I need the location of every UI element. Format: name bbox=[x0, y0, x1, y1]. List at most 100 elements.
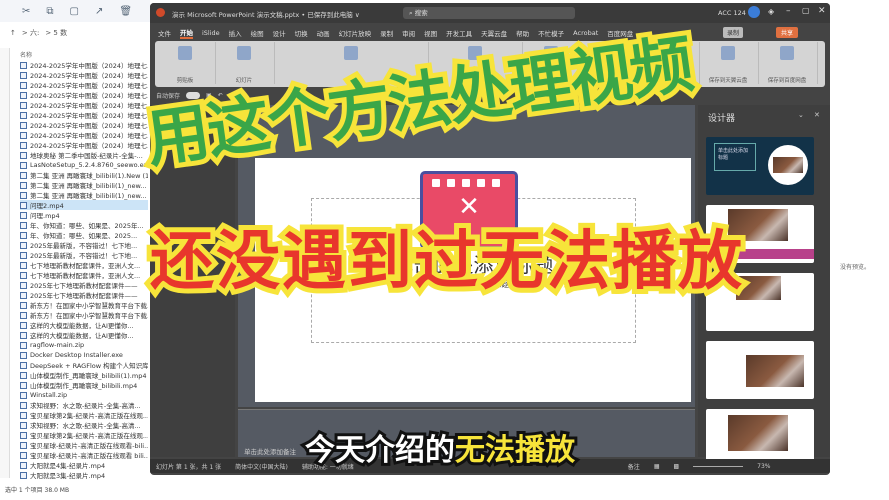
file-list-item[interactable]: 山体模型制作_再瞰寰球_bilibili.mp4 bbox=[20, 380, 148, 390]
file-list-item[interactable]: 2025年七下地理新教材配套课件—— bbox=[20, 280, 148, 290]
file-list-item[interactable]: 宝贝星球第2集-纪录片-高清正版在线观... bbox=[20, 430, 148, 440]
tab-6[interactable]: 切换 bbox=[295, 28, 308, 38]
paste-icon[interactable]: ▢ bbox=[70, 6, 79, 17]
delete-icon[interactable]: 🗑 bbox=[119, 6, 132, 17]
file-icon bbox=[20, 101, 27, 109]
file-name: 问理2.mp4 bbox=[30, 202, 64, 210]
file-list-item[interactable]: 求知视野：水之歌-纪录片-全集-高清... bbox=[20, 400, 148, 410]
up-arrow-icon[interactable]: ↑ bbox=[10, 29, 16, 37]
tab-11[interactable]: 视图 bbox=[424, 28, 437, 38]
file-list-item[interactable]: 宝贝星球第2集-纪录片-高清正版在线观... bbox=[20, 410, 148, 420]
language[interactable]: 简体中文(中国大陆) bbox=[235, 462, 288, 471]
file-list-item[interactable]: 七下地理新教材配套课件，亚洲人文... bbox=[20, 260, 148, 270]
file-list-item[interactable]: 大阳就是4集-纪录片.mp4 bbox=[20, 460, 148, 470]
slide-sorter-icon[interactable]: ▩ bbox=[673, 463, 679, 470]
tab-8[interactable]: 幻灯片放映 bbox=[339, 28, 372, 38]
ribbon-button-icon[interactable] bbox=[343, 46, 358, 60]
file-list-item[interactable]: 第二集 亚洲 再瞰寰球_bilibili(1)_new... bbox=[20, 180, 148, 190]
file-list-item[interactable]: 求知视野：水之歌-纪录片-全集-高清... bbox=[20, 420, 148, 430]
tab-5[interactable]: 设计 bbox=[273, 28, 286, 38]
file-list-item[interactable]: 2025年七下地理新教材配套课件—— bbox=[20, 290, 148, 300]
file-list-item[interactable]: 年、你知道：哪些、如果是、2025... bbox=[20, 230, 148, 240]
notes-button[interactable]: 备注 bbox=[628, 462, 640, 471]
powerpoint-logo-icon bbox=[156, 8, 165, 17]
minimize-button[interactable]: – bbox=[786, 6, 791, 16]
breadcrumb-item[interactable]: > 六: bbox=[22, 28, 39, 38]
file-list-item[interactable]: 七下地理新教材配套课件，亚洲人文... bbox=[20, 270, 148, 280]
file-list-item[interactable]: 2024-2025学年中图版（2024）地理七... bbox=[20, 120, 148, 130]
tab-1[interactable]: 开始 bbox=[180, 27, 193, 39]
file-list-item[interactable]: Docker Desktop Installer.exe bbox=[20, 350, 148, 360]
cut-icon[interactable]: ✂ bbox=[22, 6, 30, 17]
ribbon-button-icon[interactable] bbox=[237, 46, 251, 60]
file-name: 宝贝星球-纪录片-高清正版在线观看-bili... bbox=[30, 442, 148, 450]
tab-0[interactable]: 文件 bbox=[158, 28, 171, 38]
file-name: DeepSeek + RAGFlow 构建个人知识库... bbox=[30, 362, 148, 370]
file-list-item[interactable]: LasNoteSetup_5.2.4.8760_seewo.exe bbox=[20, 160, 148, 170]
file-list-item[interactable]: 这样的大模型能数据，让AI更懂你... bbox=[20, 330, 148, 340]
tab-10[interactable]: 审阅 bbox=[402, 28, 415, 38]
maximize-button[interactable]: ▢ bbox=[802, 6, 810, 15]
zoom-slider[interactable] bbox=[693, 465, 744, 467]
file-list-item[interactable]: 新东方！在国家中小学智慧教育平台下载... bbox=[20, 300, 148, 310]
address-bar[interactable]: ↑ > 六: > 5 数 bbox=[0, 26, 150, 40]
file-list-item[interactable]: 大阳就是3集-纪录片.mp4 bbox=[20, 470, 148, 480]
file-list-item[interactable]: Winstall.zip bbox=[20, 390, 148, 400]
ribbon-button-icon[interactable] bbox=[178, 46, 192, 60]
file-list-item[interactable]: 新东方！在国家中小学智慧教育平台下载... bbox=[20, 310, 148, 320]
file-list-item[interactable]: 第二集 亚洲 再瞰寰球_bilibili(1).New (1)... bbox=[20, 170, 148, 180]
file-list-item[interactable]: 2024-2025学年中图版（2024）地理七... bbox=[20, 60, 148, 70]
tab-2[interactable]: iSlide bbox=[202, 29, 220, 37]
file-list-item[interactable]: 地球奥秘 第二季中国版-纪录片-全集-... bbox=[20, 150, 148, 160]
file-list-item[interactable]: 2024-2025学年中图版（2024）地理七... bbox=[20, 90, 148, 100]
share-icon[interactable]: ↗ bbox=[95, 6, 103, 17]
ribbon-button-icon[interactable] bbox=[721, 46, 735, 60]
copy-icon[interactable]: ⧉ bbox=[46, 6, 53, 17]
lightbulb-icon[interactable]: ◈ bbox=[768, 7, 774, 16]
file-list-item[interactable]: 年、你知道：哪些、如果是、2025年... bbox=[20, 220, 148, 230]
tab-9[interactable]: 录制 bbox=[380, 28, 393, 38]
chevron-down-icon[interactable]: ⌄ bbox=[798, 111, 804, 119]
file-list-item[interactable]: 2024-2025学年中图版（2024）地理七... bbox=[20, 110, 148, 120]
file-list-item[interactable]: 宝贝星球-纪录片-高清正版在线观看-bili... bbox=[20, 440, 148, 450]
file-icon bbox=[20, 341, 27, 349]
file-icon bbox=[20, 431, 27, 439]
navigation-pane[interactable] bbox=[0, 48, 10, 478]
ribbon-button-icon[interactable] bbox=[780, 46, 794, 60]
file-name: 宝贝星球第2集-纪录片-高清正版在线观... bbox=[30, 412, 148, 420]
record-button[interactable]: 录制 bbox=[723, 27, 744, 38]
file-list-item[interactable]: 问理2.mp4 bbox=[20, 200, 148, 210]
avatar[interactable] bbox=[748, 6, 760, 18]
file-list-item[interactable]: 2024-2025学年中图版（2024）地理七... bbox=[20, 140, 148, 150]
file-list-item[interactable]: 2025年最新版，不容错过！七下地... bbox=[20, 250, 148, 260]
search-box[interactable]: ⌕ 搜索 bbox=[403, 7, 575, 19]
design-idea[interactable] bbox=[706, 341, 814, 399]
file-list-item[interactable]: 山体模型制作_再瞰寰球_bilibili(1).mp4 bbox=[20, 370, 148, 380]
file-icon bbox=[20, 121, 27, 129]
file-list-item[interactable]: 2024-2025学年中图版（2024）地理七... bbox=[20, 100, 148, 110]
file-list-item[interactable]: 2024-2025学年中图版（2024）地理七... bbox=[20, 70, 148, 80]
design-idea[interactable]: 单击此处添加标题 bbox=[706, 137, 814, 195]
tab-4[interactable]: 绘图 bbox=[251, 28, 264, 38]
column-header-name[interactable]: 名称 bbox=[20, 50, 32, 59]
close-icon[interactable]: ✕ bbox=[814, 111, 820, 119]
file-list-item[interactable]: DeepSeek + RAGFlow 构建个人知识库... bbox=[20, 360, 148, 370]
file-list-item[interactable]: 第二集 亚洲 再瞰寰球_bilibili(1)_new... bbox=[20, 190, 148, 200]
file-list-item[interactable]: 问理.mp4 bbox=[20, 210, 148, 220]
tab-7[interactable]: 动画 bbox=[317, 28, 330, 38]
tab-12[interactable]: 开发工具 bbox=[446, 28, 472, 38]
normal-view-icon[interactable]: ▦ bbox=[654, 463, 660, 470]
file-icon bbox=[20, 461, 27, 469]
file-list-item[interactable]: 2025年最新版，不容错过！七下地... bbox=[20, 240, 148, 250]
file-list-item[interactable]: ragflow-main.zip bbox=[20, 340, 148, 350]
share-button[interactable]: 共享 bbox=[776, 27, 799, 38]
breadcrumb-item[interactable]: > 5 数 bbox=[45, 28, 67, 38]
file-list-item[interactable]: 2024-2025学年中图版（2024）地理七... bbox=[20, 130, 148, 140]
tab-3[interactable]: 插入 bbox=[229, 28, 242, 38]
file-list-item[interactable]: 这样的大模型能数据，让AI更懂你... bbox=[20, 320, 148, 330]
file-list-item[interactable]: 宝贝星球-纪录片-高清正版在线观看 bili... bbox=[20, 450, 148, 460]
zoom-level[interactable]: 73% bbox=[757, 463, 770, 470]
close-button[interactable]: ✕ bbox=[818, 6, 826, 16]
tab-13[interactable]: 天翼云盘 bbox=[481, 28, 507, 38]
file-list-item[interactable]: 2024-2025学年中图版（2024）地理七... bbox=[20, 80, 148, 90]
